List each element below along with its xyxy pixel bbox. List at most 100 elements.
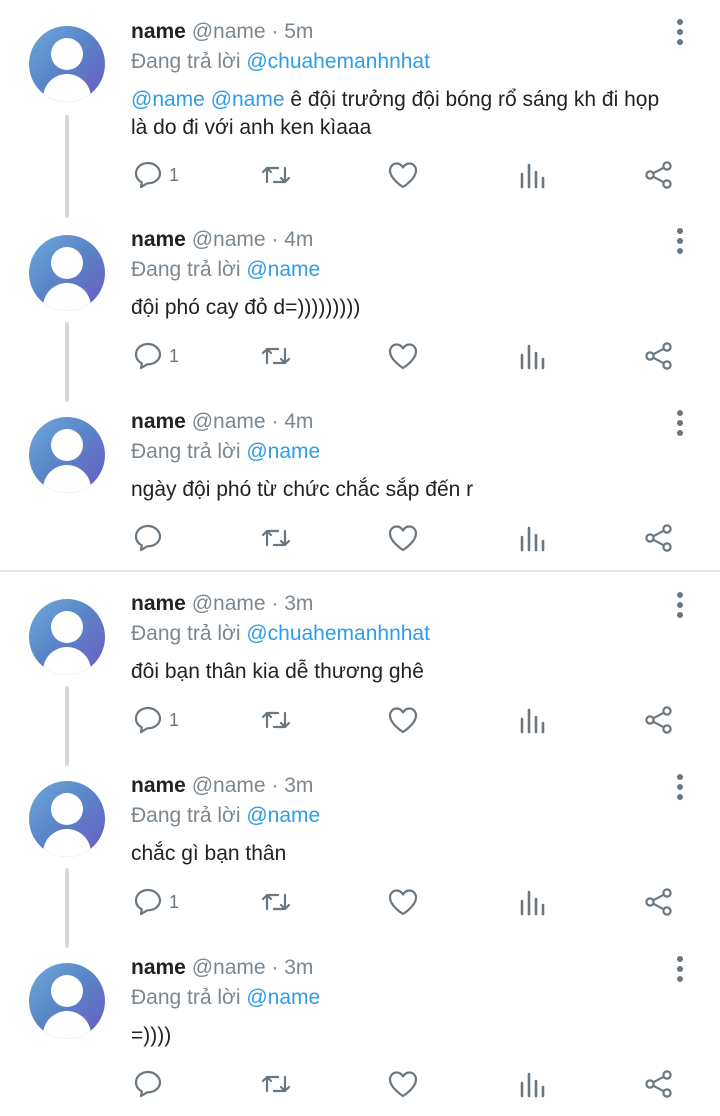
display-name[interactable]: name bbox=[131, 956, 186, 979]
analytics-icon bbox=[520, 890, 545, 916]
avatar[interactable] bbox=[29, 599, 105, 675]
more-options-icon[interactable] bbox=[671, 17, 689, 47]
display-name[interactable]: name bbox=[131, 774, 186, 797]
like-button[interactable] bbox=[387, 523, 419, 557]
handle[interactable]: @name bbox=[192, 774, 266, 797]
tweet[interactable]: name @name · 3m Đang trả lời @chuahemanh… bbox=[0, 590, 720, 766]
replying-to-handle[interactable]: @name bbox=[246, 804, 320, 827]
retweet-button[interactable] bbox=[259, 341, 293, 375]
handle[interactable]: @name bbox=[192, 228, 266, 251]
reply-button[interactable]: 1 bbox=[133, 705, 193, 739]
replying-to-handle[interactable]: @name bbox=[246, 440, 320, 463]
timestamp[interactable]: 3m bbox=[284, 774, 313, 797]
analytics-icon bbox=[520, 344, 545, 370]
timestamp[interactable]: 5m bbox=[284, 20, 313, 43]
retweet-button[interactable] bbox=[259, 160, 293, 194]
retweet-button[interactable] bbox=[259, 1069, 293, 1103]
tweet-text: ngày đội phó từ chức chắc sắp đến r bbox=[131, 478, 474, 501]
avatar[interactable] bbox=[29, 26, 105, 102]
share-button[interactable] bbox=[644, 523, 674, 557]
more-options-icon[interactable] bbox=[671, 590, 689, 620]
analytics-icon bbox=[520, 526, 545, 552]
reply-button[interactable] bbox=[133, 523, 193, 557]
reply-button[interactable]: 1 bbox=[133, 160, 193, 194]
replying-to-handle[interactable]: @name bbox=[246, 258, 320, 281]
like-button[interactable] bbox=[387, 160, 419, 194]
retweet-icon bbox=[261, 1075, 291, 1093]
analytics-icon bbox=[520, 163, 545, 189]
tweet[interactable]: name @name · 5m Đang trả lời @chuahemanh… bbox=[0, 0, 720, 220]
avatar[interactable] bbox=[29, 963, 105, 1039]
heart-icon bbox=[388, 889, 418, 916]
analytics-button[interactable] bbox=[518, 341, 546, 375]
avatar[interactable] bbox=[29, 781, 105, 857]
avatar[interactable] bbox=[29, 417, 105, 493]
more-options-icon[interactable] bbox=[671, 772, 689, 802]
analytics-button[interactable] bbox=[518, 160, 546, 194]
reply-button[interactable] bbox=[133, 1069, 193, 1103]
timestamp[interactable]: 4m bbox=[284, 410, 313, 433]
share-button[interactable] bbox=[644, 705, 674, 739]
heart-icon bbox=[388, 525, 418, 552]
like-button[interactable] bbox=[387, 705, 419, 739]
reply-button[interactable]: 1 bbox=[133, 887, 193, 921]
retweet-button[interactable] bbox=[259, 705, 293, 739]
analytics-button[interactable] bbox=[518, 1069, 546, 1103]
analytics-button[interactable] bbox=[518, 705, 546, 739]
share-icon bbox=[645, 161, 672, 189]
reply-count: 1 bbox=[169, 892, 180, 912]
tweet-text-line: là do đi với anh ken kìaaa bbox=[131, 116, 372, 139]
replying-to-handle[interactable]: @chuahemanhnhat bbox=[246, 50, 430, 73]
handle[interactable]: @name bbox=[192, 20, 266, 43]
display-name[interactable]: name bbox=[131, 592, 186, 615]
avatar[interactable] bbox=[29, 235, 105, 311]
display-name[interactable]: name bbox=[131, 410, 186, 433]
tweet[interactable]: name @name · 4m Đang trả lời @name đội p… bbox=[0, 226, 720, 402]
share-button[interactable] bbox=[644, 887, 674, 921]
timestamp[interactable]: 4m bbox=[284, 228, 313, 251]
retweet-button[interactable] bbox=[259, 887, 293, 921]
handle[interactable]: @name bbox=[192, 410, 266, 433]
like-button[interactable] bbox=[387, 887, 419, 921]
display-name[interactable]: name bbox=[131, 20, 186, 43]
replying-to-label: Đang trả lời bbox=[131, 50, 241, 73]
mention-links[interactable]: @name @name bbox=[131, 88, 285, 111]
handle[interactable]: @name bbox=[192, 956, 266, 979]
retweet-button[interactable] bbox=[259, 523, 293, 557]
share-icon bbox=[645, 1070, 672, 1098]
replying-to-label: Đang trả lời bbox=[131, 622, 241, 645]
replying-to: Đang trả lời @chuahemanhnhat bbox=[131, 620, 430, 648]
tweet-text: @name @name ê đội trưởng đội bóng rổ sán… bbox=[131, 86, 701, 142]
tweet[interactable]: name @name · 4m Đang trả lời @name ngày … bbox=[0, 408, 720, 568]
tweet-header: name @name · 5m bbox=[131, 20, 314, 43]
tweet[interactable]: name @name · 3m Đang trả lời @name chắc … bbox=[0, 772, 720, 948]
analytics-button[interactable] bbox=[518, 523, 546, 557]
replying-to: Đang trả lời @name bbox=[131, 256, 320, 284]
heart-icon bbox=[388, 707, 418, 734]
heart-icon bbox=[388, 1071, 418, 1098]
tweet-header: name @name · 4m bbox=[131, 228, 314, 251]
more-options-icon[interactable] bbox=[671, 954, 689, 984]
tweet-actions: 1 bbox=[0, 160, 720, 194]
like-button[interactable] bbox=[387, 1069, 419, 1103]
replying-to-handle[interactable]: @name bbox=[246, 986, 320, 1009]
reply-icon bbox=[134, 161, 162, 189]
more-options-icon[interactable] bbox=[671, 226, 689, 256]
display-name[interactable]: name bbox=[131, 228, 186, 251]
tweet-actions bbox=[0, 1069, 720, 1103]
reply-count: 1 bbox=[169, 710, 180, 730]
share-button[interactable] bbox=[644, 341, 674, 375]
share-button[interactable] bbox=[644, 1069, 674, 1103]
handle[interactable]: @name bbox=[192, 592, 266, 615]
replying-to-handle[interactable]: @chuahemanhnhat bbox=[246, 622, 430, 645]
analytics-icon bbox=[520, 1072, 545, 1098]
tweet-text: =)))) bbox=[131, 1024, 172, 1047]
timestamp[interactable]: 3m bbox=[284, 956, 313, 979]
like-button[interactable] bbox=[387, 341, 419, 375]
share-button[interactable] bbox=[644, 160, 674, 194]
analytics-button[interactable] bbox=[518, 887, 546, 921]
tweet[interactable]: name @name · 3m Đang trả lời @name =)))) bbox=[0, 954, 720, 1116]
timestamp[interactable]: 3m bbox=[284, 592, 313, 615]
more-options-icon[interactable] bbox=[671, 408, 689, 438]
reply-button[interactable]: 1 bbox=[133, 341, 193, 375]
